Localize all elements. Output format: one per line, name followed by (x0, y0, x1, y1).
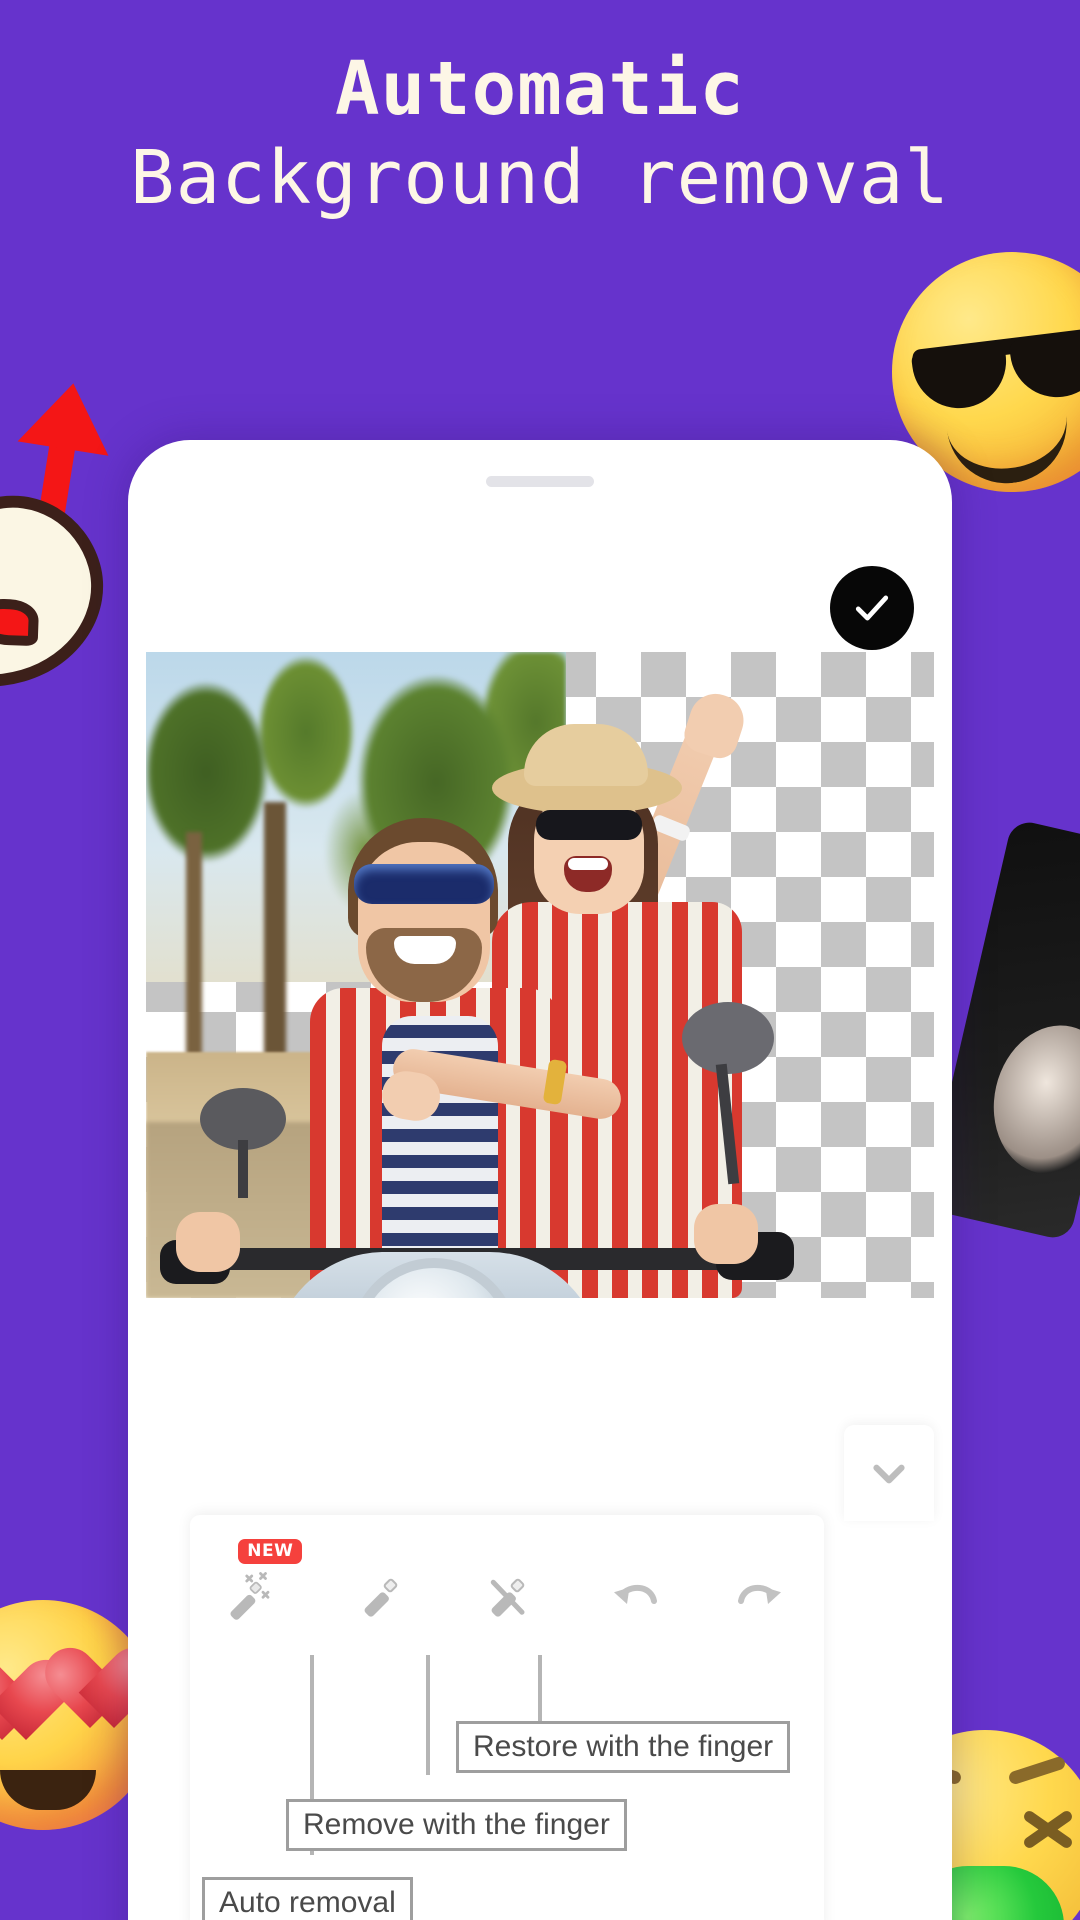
headline-line-2: Background removal (130, 135, 950, 222)
eraser-restore-icon (490, 1578, 525, 1617)
emoji-smile (945, 403, 1075, 492)
callout-restore-with-finger: Restore with the finger (456, 1721, 791, 1773)
headline-line-1: Automatic (335, 46, 745, 132)
new-badge: NEW (238, 1539, 303, 1564)
tool-remove-finger[interactable] (337, 1553, 423, 1639)
tool-undo[interactable] (591, 1553, 677, 1639)
chevron-down-icon (873, 1464, 905, 1484)
emoji-mouth (0, 1770, 96, 1810)
leader-line-restore (538, 1655, 542, 1727)
tool-restore-finger[interactable] (464, 1553, 550, 1639)
x-eye-right (1020, 1800, 1076, 1856)
sunglasses-icon (910, 325, 1080, 414)
app-bar (128, 504, 952, 652)
collapse-panel-button[interactable] (844, 1425, 934, 1521)
phone-speaker (486, 476, 594, 487)
promo-screen: Automatic Background removal NEW Restore… (0, 0, 1080, 1920)
mask-eye-right (0, 597, 40, 647)
page-title: Automatic Background removal (0, 46, 1080, 222)
magic-wand-icon (230, 1572, 270, 1620)
editing-toolbar: NEW (190, 1539, 824, 1651)
phone-mockup: NEW Restore with the finger Remove with … (128, 440, 952, 1920)
confirm-button[interactable] (830, 566, 914, 650)
tool-panel: NEW Restore with the finger Remove with … (190, 1515, 824, 1920)
leader-line-remove (426, 1655, 430, 1775)
callout-remove-with-finger: Remove with the finger (286, 1799, 627, 1851)
cutout-subject (160, 687, 856, 1298)
undo-icon (613, 1584, 657, 1604)
eraser-icon (364, 1578, 398, 1617)
check-mark-icon (855, 595, 889, 621)
redo-icon (737, 1584, 781, 1604)
tool-redo[interactable] (718, 1553, 804, 1639)
tool-auto-removal[interactable]: NEW (210, 1539, 303, 1639)
callout-auto-removal: Auto removal (202, 1877, 413, 1920)
edit-canvas[interactable] (146, 652, 934, 1298)
devil-mask-sticker (0, 398, 149, 711)
